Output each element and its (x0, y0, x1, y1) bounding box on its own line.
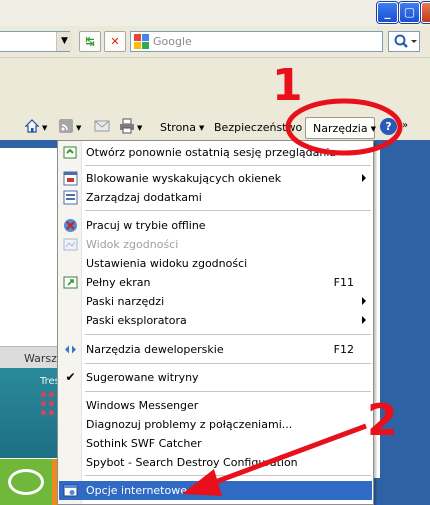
arrow-line (209, 423, 367, 487)
step-number-2: 2 (367, 395, 398, 446)
annotation-overlay (182, 98, 403, 496)
arrow-head-icon (182, 469, 222, 496)
highlight-ellipse (285, 98, 403, 156)
step-number-1: 1 (272, 60, 303, 111)
